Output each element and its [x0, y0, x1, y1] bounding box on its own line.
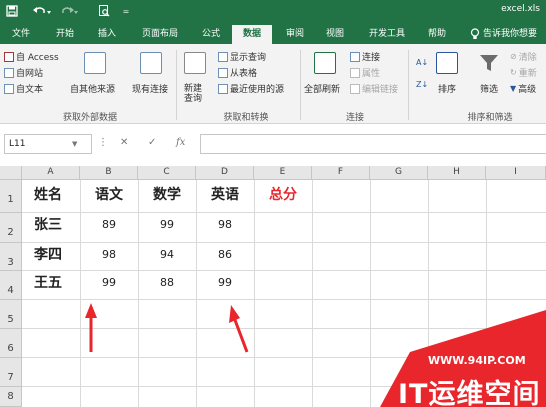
- watermark-brand: IT运维空间: [398, 379, 541, 407]
- watermark-banner: [380, 310, 546, 407]
- watermark-url: WWW.94IP.COM: [428, 354, 526, 367]
